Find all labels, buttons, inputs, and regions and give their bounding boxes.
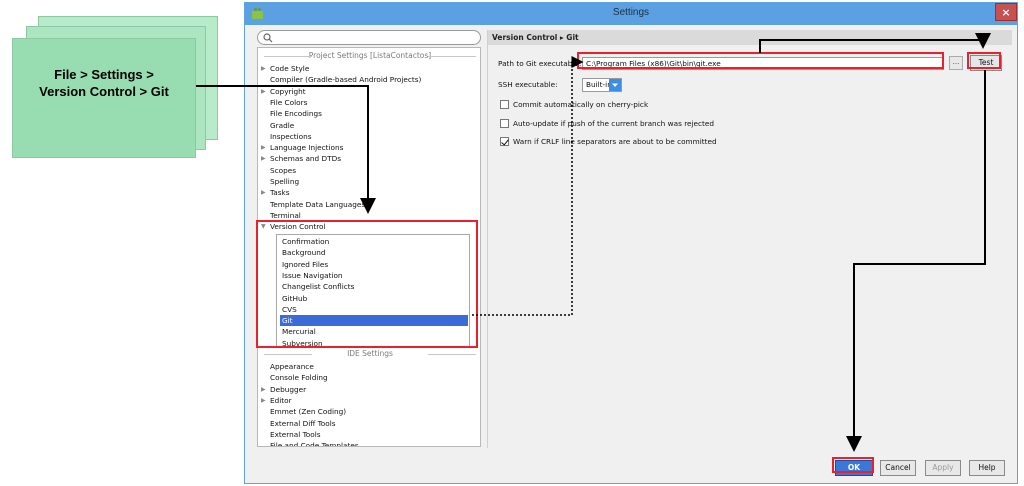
tree-item-label: Spelling <box>270 177 300 186</box>
tree-item-label: Emmet (Zen Coding) <box>270 407 347 417</box>
help-button[interactable]: Help <box>969 460 1005 476</box>
tree-item[interactable]: ▶ Schemas and DTDs <box>258 153 480 164</box>
version-control-children: Confirmation Background Ignored Files Issue… <box>276 234 470 348</box>
tree-item-label: Template Data Languages <box>270 199 366 209</box>
checkbox[interactable] <box>500 118 509 128</box>
expand-right-icon[interactable]: ▶ <box>261 63 266 74</box>
tree-item[interactable]: Template Data Languages <box>258 199 480 210</box>
tree-item-mercurial[interactable]: Mercurial <box>280 326 468 337</box>
tree-item-label: Schemas and DTDs <box>270 154 342 164</box>
tree-item[interactable]: Compiler (Gradle-based Android Projects) <box>258 74 480 85</box>
expand-right-icon[interactable]: ▶ <box>261 142 266 153</box>
checkbox-label[interactable]: Commit automatically on cherry-pick <box>513 99 648 110</box>
callout-text: File > Settings > Version Control > Git <box>14 66 194 100</box>
expand-right-icon[interactable]: ▶ <box>261 187 266 198</box>
expand-right-icon[interactable]: ▶ <box>261 86 266 97</box>
screenshot-stage: File > Settings > Version Control > Git … <box>0 0 1024 486</box>
checkbox-label[interactable]: Auto-update if push of the current branc… <box>513 118 714 129</box>
ssh-label: SSH executable: <box>498 80 558 89</box>
tree-item-label: Code Style <box>270 64 310 73</box>
tree-item-label: Compiler (Gradle-based Android Projects) <box>270 75 422 85</box>
tree-item[interactable]: Gradle <box>258 120 480 131</box>
settings-tree[interactable]: Project Settings [ListaContactos] ▶ Code … <box>257 47 481 447</box>
callout-line-2: Version Control > Git <box>39 84 169 99</box>
git-settings-panel: Version Control ▸ Git Path to Git execut… <box>487 30 1012 448</box>
callout-line-1: File > Settings > <box>54 67 154 82</box>
ide-settings-header: IDE Settings <box>258 349 480 360</box>
tree-item-label: Inspections <box>270 131 312 141</box>
checkbox-label[interactable]: Warn if CRLF line separators are about t… <box>513 136 717 147</box>
search-input[interactable] <box>257 30 481 45</box>
expand-right-icon[interactable]: ▶ <box>261 384 266 395</box>
tree-item[interactable]: Spelling <box>258 176 480 187</box>
tree-item-label: Copyright <box>270 86 306 96</box>
ssh-value: Built-in <box>586 80 612 89</box>
tree-item-confirmation[interactable]: Confirmation <box>280 236 468 247</box>
tree-item-ignored-files[interactable]: Ignored Files <box>280 259 468 270</box>
tree-item-label: Terminal <box>270 210 301 220</box>
tree-item[interactable]: Appearance <box>258 361 480 372</box>
tree-item[interactable]: ▶ Debugger <box>258 384 480 395</box>
tree-item[interactable]: ▶ Editor <box>258 395 480 406</box>
tree-item[interactable]: ▶ Copyright <box>258 86 480 97</box>
path-label: Path to Git executable: <box>498 59 582 68</box>
tree-item-label: Console Folding <box>270 373 328 383</box>
tree-item-label: Version Control <box>270 222 326 232</box>
tree-item-label: Language Injections <box>270 143 344 153</box>
tree-item-github[interactable]: GitHub <box>280 293 468 304</box>
tree-item-label: External Tools <box>270 429 321 439</box>
tree-item[interactable]: External Tools <box>258 429 480 440</box>
tree-item-label: Appearance <box>270 362 314 371</box>
tree-item[interactable]: Emmet (Zen Coding) <box>258 406 480 417</box>
tree-item[interactable]: ▶ Tasks <box>258 187 480 198</box>
checkbox[interactable] <box>500 137 509 146</box>
tree-item[interactable]: File Encodings <box>258 108 480 119</box>
project-settings-header: Project Settings [ListaContactos] <box>258 51 480 62</box>
tree-item[interactable]: ▶ Language Injections <box>258 142 480 153</box>
search-icon <box>263 33 273 43</box>
tree-item-cvs[interactable]: CVS <box>280 304 468 315</box>
tree-item-git[interactable]: Git <box>280 315 468 327</box>
tree-item[interactable]: Inspections <box>258 131 480 142</box>
cancel-button[interactable]: Cancel <box>880 460 916 476</box>
tree-item-label: Gradle <box>270 120 295 130</box>
tree-item[interactable]: Terminal <box>258 210 480 221</box>
close-button[interactable]: × <box>995 3 1017 21</box>
tree-item-issue-navigation[interactable]: Issue Navigation <box>280 270 468 281</box>
settings-window: Settings × Project Settings [ListaContac… <box>244 2 1018 484</box>
tree-item-label: External Diff Tools <box>270 418 336 428</box>
tree-item-background[interactable]: Background <box>280 247 468 258</box>
tree-item-label: Debugger <box>270 384 307 394</box>
tree-item-label: Editor <box>270 395 292 405</box>
expand-right-icon[interactable]: ▶ <box>261 395 266 406</box>
chevron-down-icon[interactable] <box>609 79 621 91</box>
test-button[interactable]: Test <box>970 55 1002 71</box>
tree-item-label: Tasks <box>270 188 290 198</box>
apply-button[interactable]: Apply <box>925 460 961 476</box>
tree-item-label: File and Code Templates <box>270 441 359 447</box>
git-path-field[interactable]: C:\Program Files (x86)\Git\bin\git.exe <box>582 57 944 70</box>
ssh-executable-select[interactable]: Built-in <box>582 78 622 92</box>
tree-item[interactable]: Scopes <box>258 165 480 176</box>
tree-item[interactable]: File and Code Templates <box>258 440 480 447</box>
tree-item[interactable]: ▼ Version Control <box>258 221 480 232</box>
tree-item-changelist-conflicts[interactable]: Changelist Conflicts <box>280 281 468 292</box>
expand-right-icon[interactable]: ▶ <box>261 153 266 164</box>
tree-item-subversion[interactable]: Subversion <box>280 338 468 349</box>
tree-item-label: File Colors <box>270 97 308 107</box>
tree-item-label: Scopes <box>270 165 297 175</box>
checkbox[interactable] <box>500 100 509 109</box>
tree-item[interactable]: ▶ Code Style <box>258 63 480 74</box>
expand-down-icon[interactable]: ▼ <box>261 221 266 232</box>
tree-item[interactable]: File Colors <box>258 97 480 108</box>
tree-item[interactable]: External Diff Tools <box>258 418 480 429</box>
window-title: Settings <box>612 7 650 18</box>
breadcrumb: Version Control ▸ Git <box>488 30 1012 45</box>
ok-button[interactable]: OK <box>835 460 873 476</box>
browse-button[interactable]: ... <box>949 56 963 70</box>
tree-item[interactable]: Console Folding <box>258 372 480 383</box>
tree-item-label: File Encodings <box>270 109 322 119</box>
title-bar: Settings × <box>245 3 1017 25</box>
